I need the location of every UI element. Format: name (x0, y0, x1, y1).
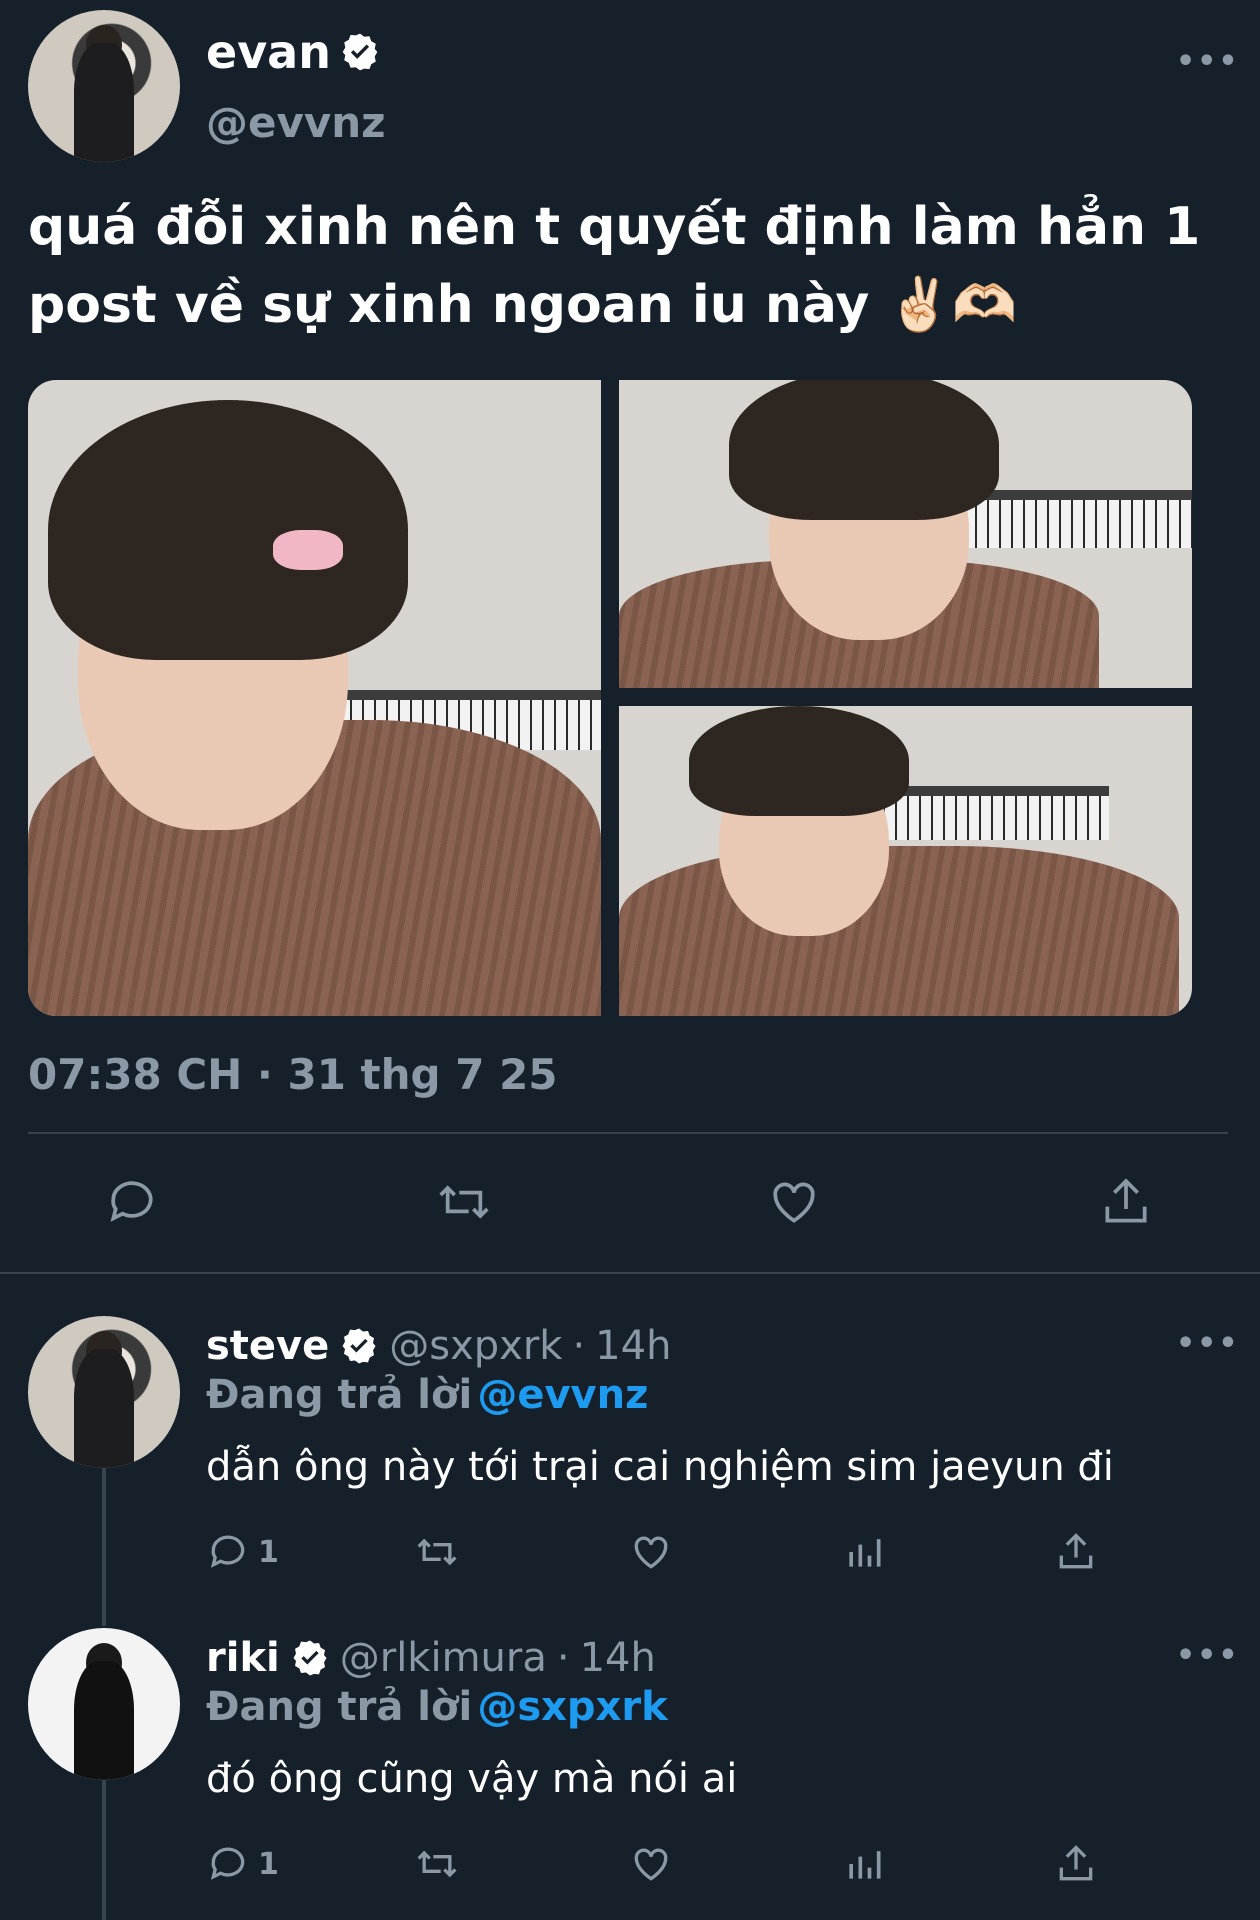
author-avatar[interactable] (28, 10, 180, 162)
reply-1-reply-count: 1 (258, 1534, 279, 1570)
reply-1-handle[interactable]: @sxpxrk (389, 1323, 562, 1369)
replying-label: Đang trả lời (206, 1684, 473, 1730)
like-icon (773, 1182, 815, 1223)
reply-1-name[interactable]: steve (206, 1323, 329, 1369)
thread-line-1 (102, 1466, 106, 1626)
author-name-row[interactable]: evan (206, 22, 381, 82)
tweet-photo-1[interactable] (28, 380, 601, 1016)
like-button[interactable] (766, 1174, 822, 1234)
reply-1-more-icon[interactable]: ••• (1176, 1326, 1240, 1361)
reply-2-mention[interactable]: @sxpxrk (477, 1684, 667, 1730)
reply-2-avatar[interactable] (28, 1628, 180, 1780)
reply-2-header: riki @rlkimura · 14h (206, 1630, 656, 1686)
retweet-icon (439, 1185, 489, 1219)
reply-2-retweet-button[interactable] (412, 1842, 462, 1890)
reply-1-mention[interactable]: @evvnz (477, 1372, 648, 1418)
retweet-icon (417, 1850, 457, 1878)
reply-1-time[interactable]: 14h (595, 1323, 671, 1369)
reply-2-actions: 1 (206, 1836, 1106, 1896)
retweet-icon (417, 1538, 457, 1566)
more-options-icon[interactable]: ••• (1176, 44, 1240, 79)
reply-1-share-button[interactable] (1054, 1530, 1098, 1578)
reply-2-handle[interactable]: @rlkimura (340, 1635, 547, 1681)
reply-1-sep: · (572, 1323, 586, 1369)
verified-badge-icon (293, 1640, 327, 1676)
reply-2-name[interactable]: riki (206, 1635, 280, 1681)
reply-icon (110, 1181, 153, 1222)
reply-1-views-button[interactable] (842, 1530, 886, 1578)
tweet-photo-3[interactable] (619, 706, 1192, 1016)
tweet-text-line-1: quá đỗi xinh nên t quyết định làm hẳn 1 (28, 197, 1201, 257)
reply-1-reply-button[interactable]: 1 (206, 1530, 279, 1574)
reply-2-replying-to: Đang trả lời @sxpxrk (206, 1684, 668, 1730)
reply-2-reply-button[interactable]: 1 (206, 1842, 279, 1886)
reply-2-time[interactable]: 14h (580, 1635, 656, 1681)
verified-badge-icon (342, 33, 378, 71)
reply-2-views-button[interactable] (842, 1842, 886, 1890)
reply-2-reply-count: 1 (258, 1846, 279, 1882)
share-icon (1059, 1533, 1093, 1569)
reply-1-retweet-button[interactable] (412, 1530, 462, 1578)
reply-button[interactable] (104, 1174, 160, 1234)
views-icon (849, 1851, 881, 1879)
reply-1-header: steve @sxpxrk · 14h (206, 1318, 671, 1374)
reply-2-text: đó ông cũng vậy mà nói ai (206, 1756, 738, 1802)
tweet-photo-2[interactable] (619, 380, 1192, 688)
reply-1-text: dẫn ông này tới trại cai nghiệm sim jaey… (206, 1444, 1114, 1490)
author-name: evan (206, 25, 331, 79)
reply-2-like-button[interactable] (628, 1842, 674, 1890)
tweet-divider (28, 1132, 1228, 1134)
thread-line-2 (102, 1778, 106, 1920)
reply-2-sep: · (556, 1635, 570, 1681)
reply-1-avatar[interactable] (28, 1316, 180, 1468)
reply-2-more-icon[interactable]: ••• (1176, 1638, 1240, 1673)
verified-badge-icon (342, 1328, 376, 1364)
like-icon (634, 1848, 668, 1881)
reply-1-like-button[interactable] (628, 1530, 674, 1578)
reply-2-share-button[interactable] (1054, 1842, 1098, 1890)
reply-1-actions: 1 (206, 1524, 1106, 1584)
retweet-button[interactable] (434, 1174, 494, 1234)
tweet-text: quá đỗi xinh nên t quyết định làm hẳn 1 … (28, 188, 1238, 344)
replying-label: Đang trả lời (206, 1372, 473, 1418)
author-handle[interactable]: @evvnz (206, 98, 386, 147)
views-icon (849, 1539, 881, 1567)
reply-1-replying-to: Đang trả lời @evvnz (206, 1372, 648, 1418)
share-icon (1105, 1178, 1147, 1223)
tweet-text-line-2: post về sự xinh ngoan iu này ✌🏻🫶🏻 (28, 275, 1017, 335)
like-icon (634, 1536, 668, 1569)
share-icon (1059, 1845, 1093, 1881)
section-divider (0, 1272, 1260, 1274)
reply-icon (210, 1847, 245, 1880)
reply-icon (210, 1535, 245, 1568)
tweet-timestamp[interactable]: 07:38 CH · 31 thg 7 25 (28, 1050, 558, 1099)
share-button[interactable] (1098, 1174, 1154, 1234)
